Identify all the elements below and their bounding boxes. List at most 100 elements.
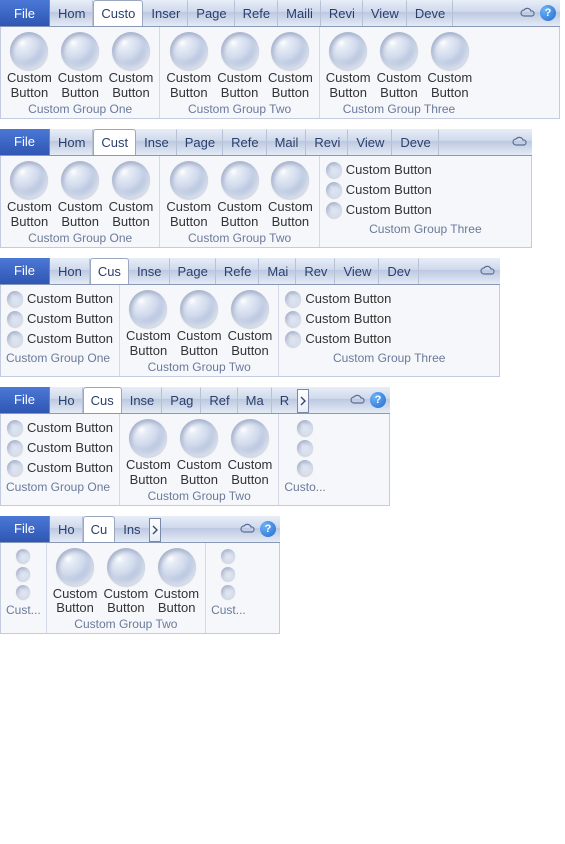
custom-button[interactable]: CustomButton (326, 32, 371, 101)
group-label: Custom Group One (25, 230, 135, 246)
custom-button[interactable]: Custom Button (326, 161, 432, 179)
cloud-icon[interactable] (512, 136, 528, 148)
custom-button[interactable] (221, 548, 235, 564)
tab-developer[interactable]: Dev (379, 258, 418, 284)
custom-button-icon (221, 549, 235, 563)
custom-button[interactable]: CustomButton (177, 290, 222, 359)
custom-button[interactable]: CustomButton (109, 32, 154, 101)
tab-mailings[interactable]: Maili (278, 0, 321, 26)
tab-home[interactable]: Ho (50, 516, 83, 542)
custom-button[interactable] (297, 439, 313, 457)
custom-button[interactable]: CustomButton (109, 161, 154, 230)
custom-button[interactable]: CustomButton (58, 161, 103, 230)
custom-button[interactable]: CustomButton (217, 32, 262, 101)
custom-button[interactable]: CustomButton (228, 419, 273, 488)
file-button[interactable]: File (0, 258, 50, 284)
tab-view[interactable]: View (363, 0, 407, 26)
custom-button[interactable]: Custom Button (7, 439, 113, 457)
tab-references[interactable]: Refe (235, 0, 278, 26)
help-icon[interactable]: ? (540, 5, 556, 21)
cloud-icon[interactable] (240, 523, 256, 535)
tab-insert[interactable]: Inse (136, 129, 177, 155)
tab-insert[interactable]: Ins (115, 516, 148, 542)
tab-review[interactable]: Rev (296, 258, 335, 284)
tab-overflow-button[interactable] (297, 389, 309, 413)
custom-button[interactable]: CustomButton (7, 32, 52, 101)
tab-customizer[interactable]: Cu (83, 516, 116, 543)
custom-button[interactable]: CustomButton (166, 161, 211, 230)
tab-insert[interactable]: Inse (129, 258, 170, 284)
tab-customizer[interactable]: Cus (83, 387, 122, 414)
custom-button[interactable] (16, 548, 30, 564)
tab-insert[interactable]: Inser (143, 0, 188, 26)
custom-button[interactable]: CustomButton (427, 32, 472, 101)
custom-button[interactable]: CustomButton (58, 32, 103, 101)
tab-references[interactable]: Refe (216, 258, 259, 284)
cloud-icon[interactable] (520, 7, 536, 19)
custom-button[interactable]: CustomButton (268, 161, 313, 230)
help-icon[interactable]: ? (260, 521, 276, 537)
custom-button[interactable]: Custom Button (285, 310, 391, 328)
custom-button[interactable]: Custom Button (7, 290, 113, 308)
tab-review[interactable]: Revi (321, 0, 363, 26)
custom-button[interactable] (16, 566, 30, 582)
custom-button[interactable]: Custom Button (285, 330, 391, 348)
tab-page-layout[interactable]: Page (170, 258, 216, 284)
help-icon[interactable]: ? (370, 392, 386, 408)
tab-customizer[interactable]: Cus (90, 258, 129, 285)
tab-page-layout[interactable]: Page (188, 0, 234, 26)
cloud-icon[interactable] (480, 265, 496, 277)
custom-button[interactable] (221, 584, 235, 600)
custom-button[interactable]: CustomButton (53, 548, 98, 617)
custom-button[interactable]: CustomButton (7, 161, 52, 230)
custom-button[interactable]: CustomButton (377, 32, 422, 101)
custom-button[interactable] (221, 566, 235, 582)
custom-button[interactable]: CustomButton (126, 419, 171, 488)
tab-insert[interactable]: Inse (122, 387, 163, 413)
file-button[interactable]: File (0, 129, 50, 155)
custom-button[interactable]: CustomButton (154, 548, 199, 617)
custom-button[interactable]: CustomButton (126, 290, 171, 359)
custom-button[interactable]: CustomButton (268, 32, 313, 101)
tab-view[interactable]: View (335, 258, 379, 284)
custom-button[interactable]: CustomButton (166, 32, 211, 101)
tab-mailings[interactable]: Ma (238, 387, 272, 413)
custom-button[interactable] (297, 419, 313, 437)
tab-customizer[interactable]: Cust (93, 129, 136, 156)
custom-button[interactable]: Custom Button (7, 419, 113, 437)
file-button[interactable]: File (0, 387, 50, 413)
custom-button[interactable]: Custom Button (7, 310, 113, 328)
custom-button-icon (7, 460, 23, 476)
tab-home[interactable]: Ho (50, 387, 83, 413)
custom-button[interactable]: Custom Button (7, 330, 113, 348)
custom-button[interactable]: CustomButton (177, 419, 222, 488)
tab-mailings[interactable]: Mail (267, 129, 307, 155)
tab-mailings[interactable]: Mai (259, 258, 296, 284)
custom-button[interactable]: Custom Button (326, 181, 432, 199)
tab-customizer[interactable]: Custo (93, 0, 143, 27)
tab-developer[interactable]: Deve (392, 129, 438, 155)
file-button[interactable]: File (0, 0, 50, 26)
file-button[interactable]: File (0, 516, 50, 542)
tab-home[interactable]: Hom (50, 0, 93, 26)
tab-developer[interactable]: Deve (407, 0, 453, 26)
custom-button[interactable] (16, 584, 30, 600)
custom-button[interactable]: CustomButton (103, 548, 148, 617)
tab-review[interactable]: Revi (306, 129, 348, 155)
tab-view[interactable]: View (348, 129, 392, 155)
custom-button[interactable]: Custom Button (326, 201, 432, 219)
custom-button[interactable]: CustomButton (217, 161, 262, 230)
tab-page-layout[interactable]: Page (177, 129, 223, 155)
tab-references[interactable]: Ref (201, 387, 237, 413)
tab-page-layout[interactable]: Pag (162, 387, 201, 413)
custom-button[interactable]: CustomButton (228, 290, 273, 359)
custom-button[interactable]: Custom Button (7, 459, 113, 477)
tab-overflow-button[interactable] (149, 518, 161, 542)
tab-home[interactable]: Hon (50, 258, 90, 284)
tab-references[interactable]: Refe (223, 129, 266, 155)
tab-review[interactable]: R (272, 387, 297, 413)
custom-button[interactable] (297, 459, 313, 477)
tab-home[interactable]: Hom (50, 129, 93, 155)
cloud-icon[interactable] (350, 394, 366, 406)
custom-button[interactable]: Custom Button (285, 290, 391, 308)
